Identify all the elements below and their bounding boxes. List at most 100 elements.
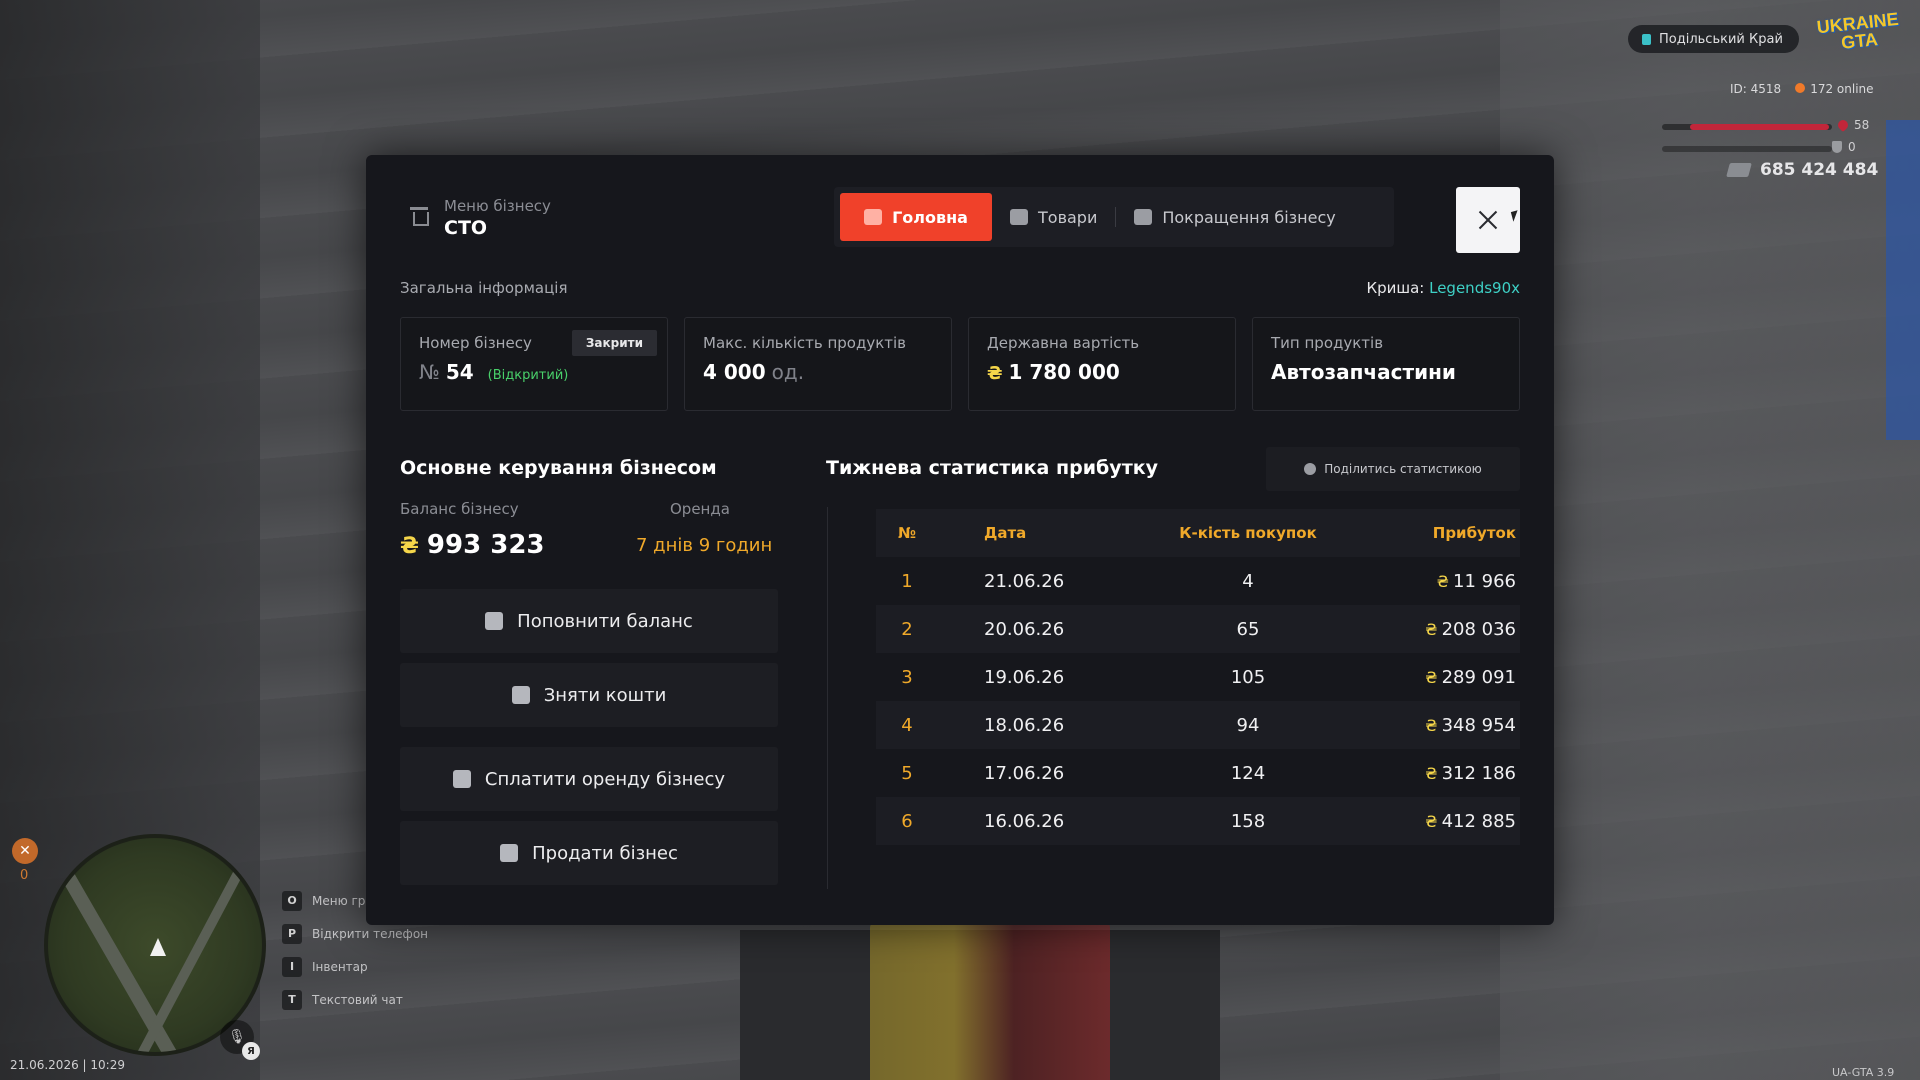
- cell-number: 1: [901, 570, 913, 592]
- hint-label: Відкрити телефон: [312, 926, 429, 941]
- money-icon: [1726, 163, 1752, 177]
- health-bar: [1662, 124, 1832, 130]
- column-header-count: К-кість покупок: [1179, 524, 1317, 542]
- max-products-value: 4 000: [703, 360, 766, 384]
- tab-upgrades[interactable]: Покращення бізнесу: [1116, 193, 1353, 241]
- health-value: 58: [1854, 118, 1870, 132]
- key-badge: O: [282, 890, 302, 911]
- rent-label: Оренда: [670, 500, 730, 518]
- version-label: UA-GTA 3.9: [1832, 1066, 1895, 1079]
- wrench-icon: ✕: [12, 838, 38, 864]
- deposit-button[interactable]: Поповнити баланс: [400, 589, 778, 653]
- online-count: 172 online: [1810, 82, 1874, 96]
- roof-info: Криша: Legends90x: [1366, 279, 1520, 297]
- max-products-unit: од.: [771, 360, 805, 384]
- table-row: 6 16.06.26 158 ₴ 412 885: [876, 797, 1520, 845]
- profit-value: 348 954: [1441, 714, 1516, 736]
- armor-value: 0: [1848, 140, 1856, 154]
- cell-number: 5: [901, 762, 913, 784]
- action-label: Зняти кошти: [543, 684, 667, 706]
- cell-date: 17.06.26: [984, 762, 1065, 784]
- cell-count: 105: [1230, 666, 1266, 688]
- heart-icon: [1835, 117, 1851, 133]
- close-business-button[interactable]: Закрити: [571, 330, 657, 356]
- hryvnia-icon: ₴: [1425, 715, 1438, 735]
- close-button[interactable]: [1456, 187, 1520, 253]
- table-row: 3 19.06.26 105 ₴ 289 091: [876, 653, 1520, 701]
- game-logo: UKRAINE GTA: [1815, 8, 1900, 53]
- stats-title: Тижнева статистика прибутку: [826, 457, 1158, 479]
- card-label: Тип продуктів: [1271, 334, 1384, 352]
- hryvnia-icon: ₴: [1425, 763, 1438, 783]
- column-header-profit: Прибуток: [1432, 524, 1516, 542]
- share-stats-button[interactable]: Поділитись статистикою: [1266, 447, 1520, 491]
- cell-number: 6: [901, 810, 913, 832]
- background-blue-strip: [1886, 120, 1920, 440]
- withdraw-icon: [511, 686, 530, 704]
- action-label: Поповнити баланс: [517, 610, 693, 632]
- number-prefix: №: [419, 360, 440, 384]
- bank-icon: [500, 844, 519, 862]
- card-value: 4 000 од.: [703, 360, 933, 384]
- tab-goods[interactable]: Товари: [992, 193, 1115, 241]
- header-text: Меню бізнесу СТО: [444, 197, 551, 239]
- card-label: Макс. кількість продуктів: [703, 334, 907, 352]
- money-value: 685 424 484: [1760, 160, 1879, 180]
- server-name: Подільський Край: [1659, 31, 1783, 47]
- roof-label: Криша:: [1366, 279, 1425, 297]
- basket-icon: [1010, 209, 1028, 225]
- cell-date: 21.06.26: [984, 570, 1065, 592]
- hryvnia-icon: ₴: [1425, 619, 1438, 639]
- table-row: 1 21.06.26 4 ₴ 11 966: [876, 557, 1520, 605]
- column-header-date: Дата: [984, 524, 1027, 542]
- cell-profit: ₴ 312 186: [1348, 763, 1520, 784]
- cell-profit: ₴ 289 091: [1348, 667, 1520, 688]
- shield-icon: [1832, 141, 1842, 153]
- armor-readout: 0: [1832, 140, 1856, 154]
- player-character: [870, 920, 1110, 1080]
- card-value: № 54 (Відкритий): [419, 360, 649, 384]
- general-info-title: Загальна інформація: [400, 279, 568, 297]
- card-value: Автозапчастини: [1271, 360, 1501, 384]
- card-label: Державна вартість: [987, 334, 1140, 352]
- hryvnia-icon: ₴: [1425, 667, 1438, 687]
- profit-value: 208 036: [1441, 618, 1516, 640]
- business-number: 54: [445, 360, 474, 384]
- profit-value: 289 091: [1441, 666, 1516, 688]
- header-title: СТО: [444, 217, 488, 239]
- key-badge: T: [282, 989, 302, 1010]
- tab-bar: Головна Товари Покращення бізнесу: [834, 187, 1394, 247]
- cell-date: 16.06.26: [984, 810, 1065, 832]
- keybind-hint: I Інвентар: [282, 950, 428, 983]
- card-value: ₴ 1 780 000: [987, 360, 1217, 384]
- armor-bar: [1662, 146, 1832, 152]
- card-state-value: Державна вартість ₴ 1 780 000: [968, 317, 1236, 411]
- pay-rent-button[interactable]: Сплатити оренду бізнесу: [400, 747, 778, 811]
- cell-date: 18.06.26: [984, 714, 1065, 736]
- cell-profit: ₴ 348 954: [1348, 715, 1520, 736]
- product-type-value: Автозапчастини: [1271, 360, 1456, 384]
- withdraw-button[interactable]: Зняти кошти: [400, 663, 778, 727]
- hint-label: Текстовий чат: [312, 992, 403, 1007]
- datetime: 21.06.2026 | 10:29: [10, 1058, 125, 1072]
- card-product-type: Тип продуктів Автозапчастини: [1252, 317, 1520, 411]
- server-icon: [1642, 33, 1651, 45]
- deposit-icon: [485, 612, 504, 630]
- close-icon: [1478, 210, 1498, 230]
- column-header-number: №: [897, 524, 917, 542]
- business-icon: [410, 207, 429, 229]
- cell-profit: ₴ 208 036: [1348, 619, 1520, 640]
- profit-value: 412 885: [1441, 810, 1516, 832]
- table-row: 2 20.06.26 65 ₴ 208 036: [876, 605, 1520, 653]
- panel-header: Меню бізнесу СТО: [410, 197, 551, 239]
- cell-count: 158: [1230, 810, 1266, 832]
- management-title: Основне керування бізнесом: [400, 457, 717, 479]
- wrench-count: 0: [20, 868, 29, 883]
- cell-date: 20.06.26: [984, 618, 1065, 640]
- business-menu-panel: Меню бізнесу СТО Головна Товари Покращен…: [366, 155, 1554, 925]
- tab-main[interactable]: Головна: [840, 193, 992, 241]
- player-info: ID: 4518 172 online: [1730, 82, 1874, 96]
- hryvnia-icon: ₴: [400, 534, 419, 559]
- users-icon: [452, 770, 471, 788]
- sell-business-button[interactable]: Продати бізнес: [400, 821, 778, 885]
